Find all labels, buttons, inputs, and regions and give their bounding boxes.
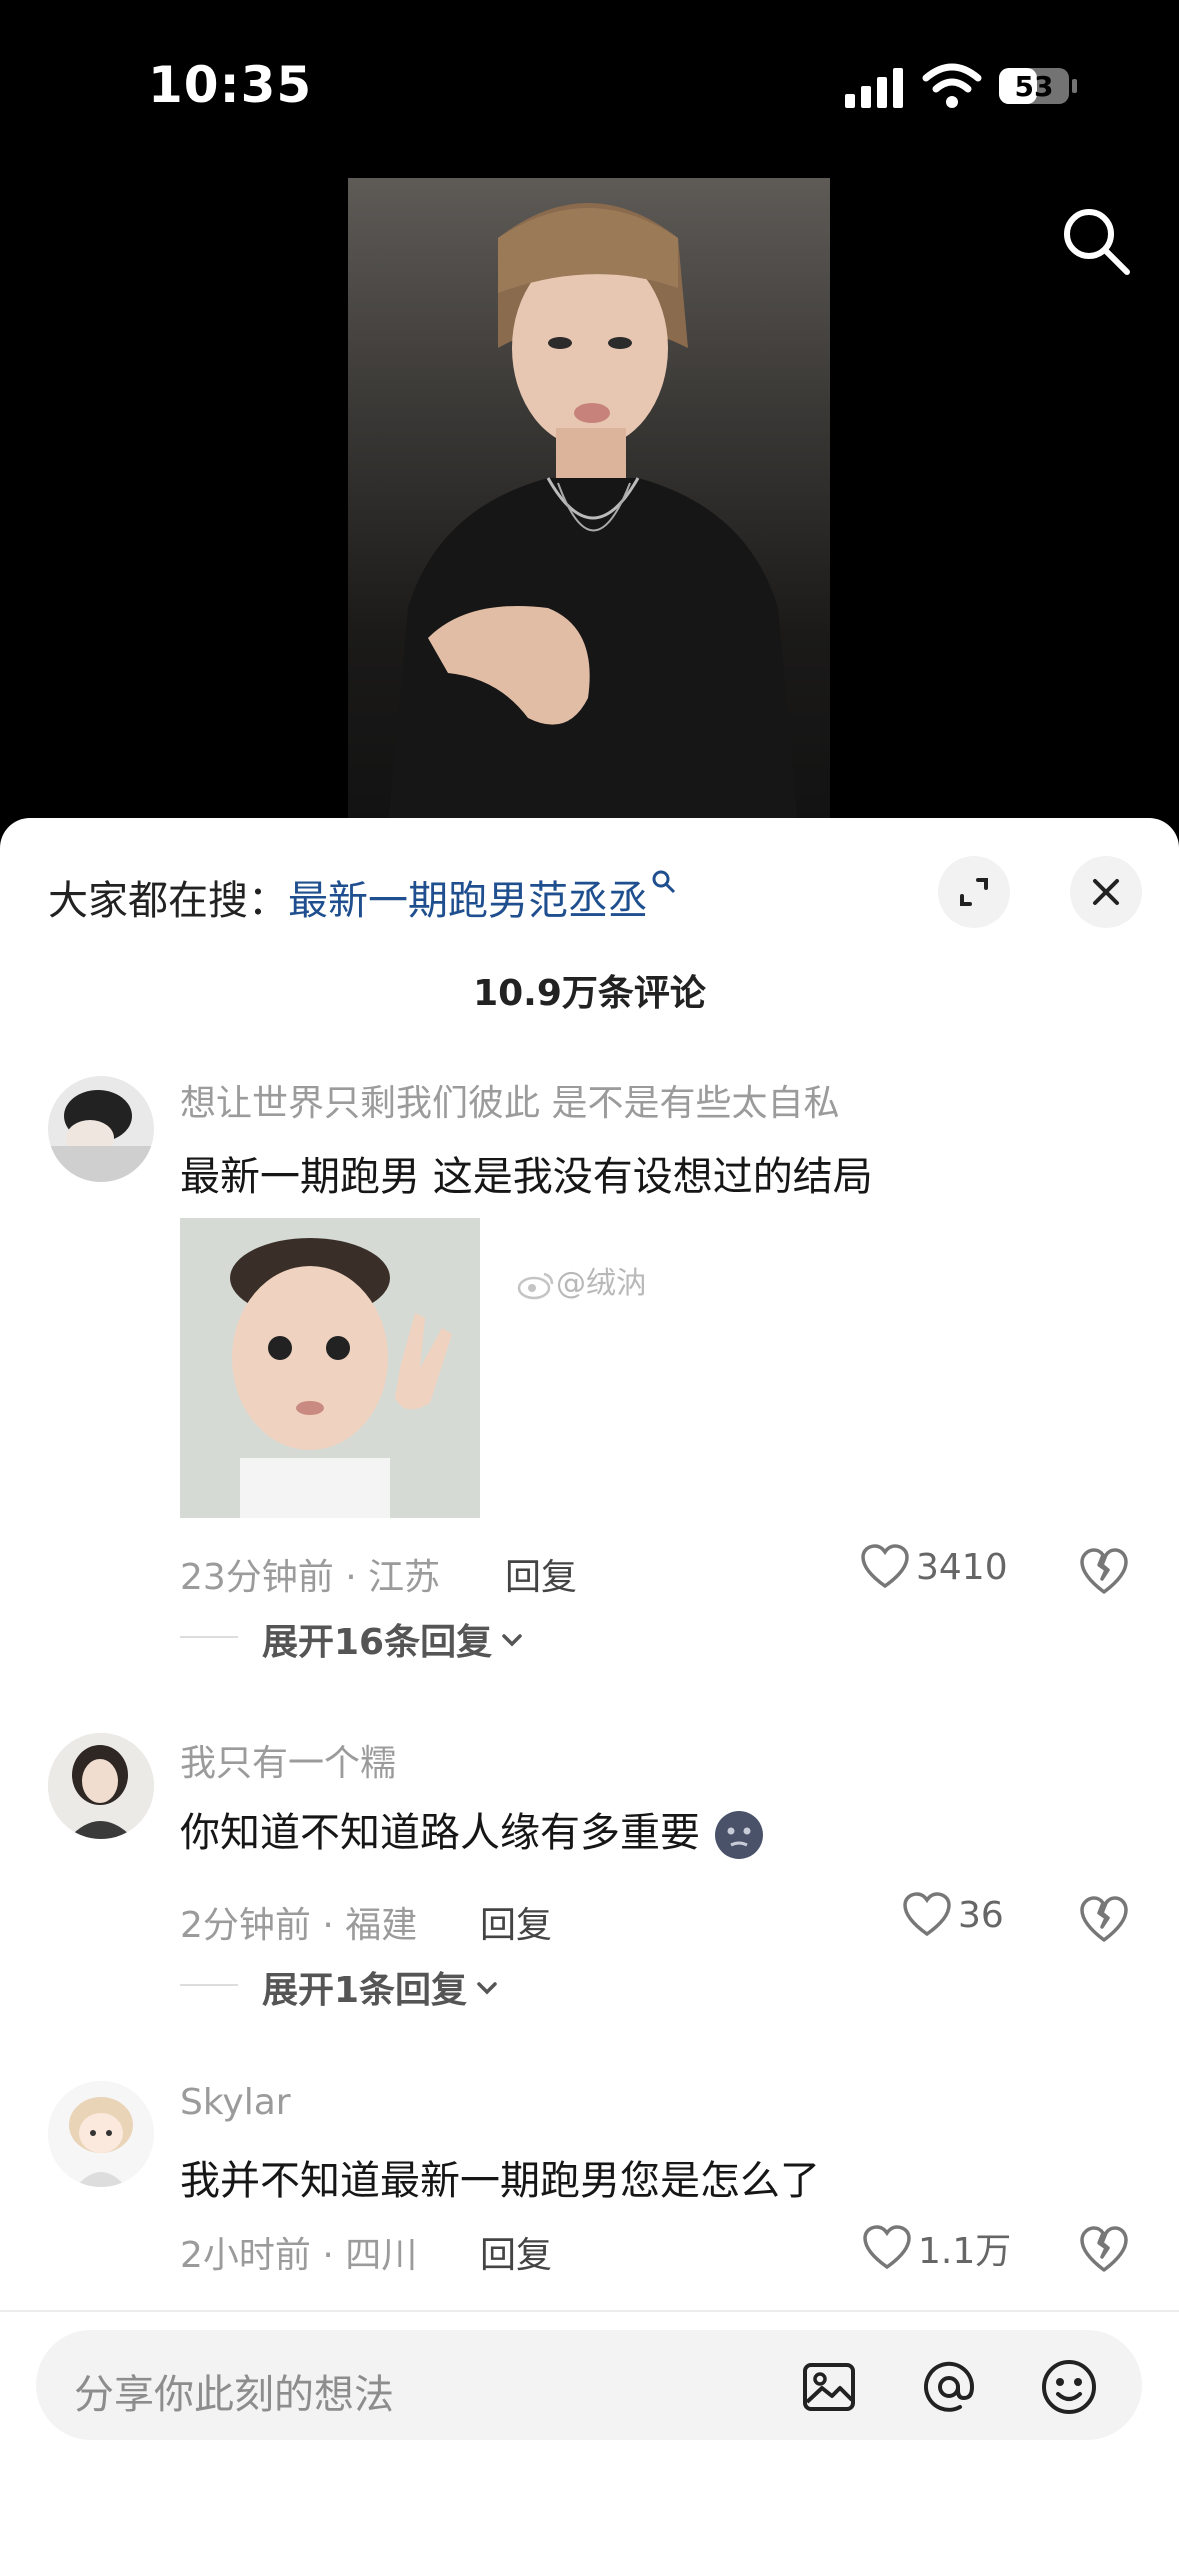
comment-image[interactable] <box>180 1218 480 1518</box>
heart-icon <box>903 1892 951 1937</box>
trending-search[interactable]: 大家都在搜：最新一期跑男范丞丞 <box>48 868 678 926</box>
like-count: 36 <box>958 1894 1004 1936</box>
cellular-signal-icon <box>845 68 903 108</box>
image-watermark: @绒汭 <box>516 1258 646 1302</box>
composer-divider <box>0 2310 1179 2312</box>
comment-meta: 2分钟前 · 福建 <box>180 1905 418 1946</box>
like-count: 1.1万 <box>918 2231 1012 2272</box>
avatar[interactable] <box>48 1733 154 1839</box>
comment-username[interactable]: Skylar <box>180 2082 291 2123</box>
heart-icon <box>863 2225 911 2270</box>
expand-replies-button[interactable]: 展开16条回复 <box>262 1613 526 1665</box>
trending-search-prefix: 大家都在搜： <box>48 878 288 924</box>
comment-input[interactable]: 分享你此刻的想法 <box>36 2330 1142 2440</box>
weibo-icon <box>517 1272 554 1299</box>
expand-divider <box>180 1636 238 1638</box>
reply-button[interactable]: 回复 <box>480 2226 552 2278</box>
comment-meta: 2小时前 · 四川 <box>180 2235 418 2276</box>
comment-meta: 23分钟前 · 江苏 <box>180 1557 441 1598</box>
like-button[interactable]: 36 <box>902 1892 1004 1938</box>
comment-input-placeholder: 分享你此刻的想法 <box>74 2372 394 2418</box>
emoji-icon[interactable] <box>1040 2358 1098 2416</box>
like-count: 3410 <box>916 1546 1008 1588</box>
dislike-broken-heart-icon[interactable] <box>1078 1546 1130 1598</box>
comment-text-content: 你知道不知道路人缘有多重要 <box>180 1810 700 1856</box>
person-illustration <box>388 203 798 828</box>
status-time: 10:35 <box>148 56 313 114</box>
expand-replies-label: 展开16条回复 <box>262 1622 493 1663</box>
chevron-down-icon <box>502 1634 522 1647</box>
small-search-icon <box>652 870 676 894</box>
dislike-broken-heart-icon[interactable] <box>1078 2224 1130 2276</box>
comment-text: 我并不知道最新一期跑男您是怎么了 <box>180 2158 820 2204</box>
comments-sheet: 大家都在搜：最新一期跑男范丞丞 10.9万条评论 想让世界只剩我们彼此 是不是有… <box>0 818 1179 2556</box>
comment-text: 最新一期跑男 这是我没有设想过的结局 <box>180 1154 873 1200</box>
expand-button[interactable] <box>938 856 1010 928</box>
comments-count: 10.9万条评论 <box>473 973 706 1014</box>
comment-username[interactable]: 我只有一个糯 <box>180 1734 396 1786</box>
trending-search-keyword[interactable]: 最新一期跑男范丞丞 <box>288 878 648 924</box>
close-icon <box>1093 879 1119 905</box>
wifi-icon <box>922 63 982 108</box>
dislike-broken-heart-icon[interactable] <box>1078 1894 1130 1946</box>
image-icon[interactable] <box>800 2358 858 2416</box>
status-bar: 10:35 53 <box>0 0 1179 170</box>
avatar[interactable] <box>48 1076 154 1182</box>
avatar[interactable] <box>48 2081 154 2187</box>
search-icon[interactable] <box>1055 200 1137 282</box>
expand-replies-label: 展开1条回复 <box>262 1970 468 2011</box>
like-button[interactable]: 1.1万 <box>862 2222 1011 2274</box>
heart-icon <box>861 1544 909 1589</box>
like-button[interactable]: 3410 <box>860 1544 1008 1590</box>
video-preview[interactable] <box>348 178 830 828</box>
battery-level: 53 <box>1014 70 1054 103</box>
watermark-text: @绒汭 <box>556 1266 646 1301</box>
expand-replies-button[interactable]: 展开1条回复 <box>262 1961 501 2013</box>
chevron-down-icon <box>477 1982 497 1995</box>
expand-icon <box>960 878 988 906</box>
reply-button[interactable]: 回复 <box>480 1896 552 1948</box>
mention-icon[interactable] <box>920 2358 978 2416</box>
comment-text: 你知道不知道路人缘有多重要 <box>180 1800 765 1861</box>
battery-icon: 53 <box>997 62 1079 110</box>
reply-button[interactable]: 回复 <box>505 1548 577 1600</box>
close-button[interactable] <box>1070 856 1142 928</box>
comment-username[interactable]: 想让世界只剩我们彼此 是不是有些太自私 <box>180 1074 839 1126</box>
expand-divider <box>180 1984 238 1986</box>
emoji-face-icon <box>714 1811 763 1859</box>
